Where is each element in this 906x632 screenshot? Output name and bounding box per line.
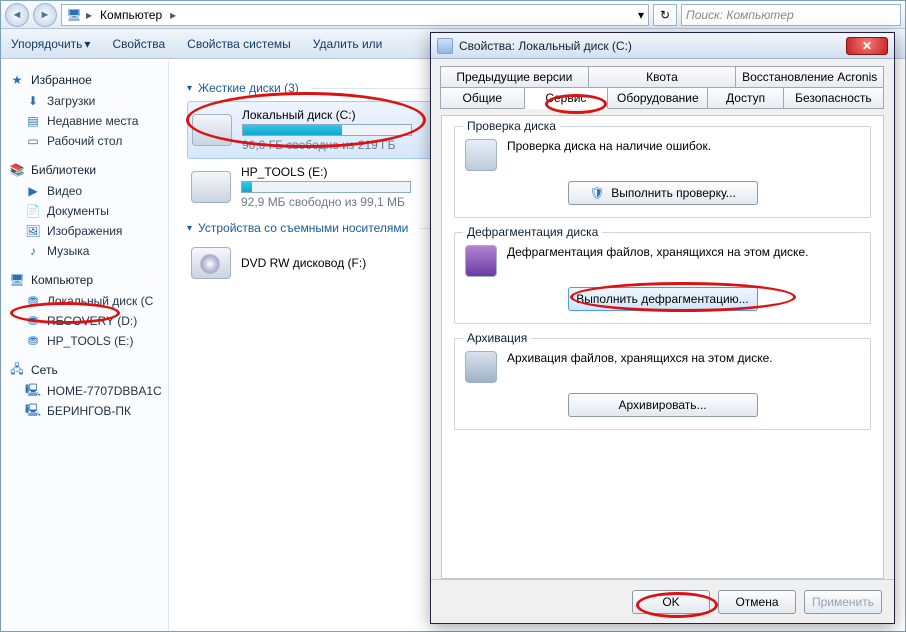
breadcrumb-arrow-icon: ▸ [86, 8, 92, 22]
nav-net-pc2[interactable]: 🖳БЕРИНГОВ-ПК [1, 401, 168, 421]
drive-icon [191, 171, 231, 203]
nav-drive-e[interactable]: ⛃HP_TOOLS (E:) [1, 331, 168, 351]
archive-text: Архивация файлов, хранящихся на этом дис… [507, 351, 860, 365]
music-icon: ♪ [25, 243, 41, 259]
drive-c-subtext: 90,0 ГБ свободно из 219 ГБ [242, 138, 412, 152]
document-icon: 📄 [25, 203, 41, 219]
pc-icon: 🖳 [25, 383, 41, 399]
nav-forward-button[interactable]: ► [33, 3, 57, 27]
defrag-icon [465, 245, 497, 277]
shield-icon: 🛡 [589, 185, 605, 201]
drive-icon [437, 38, 453, 54]
dialog-title: Свойства: Локальный диск (C:) [459, 39, 632, 53]
downloads-icon: ⬇ [25, 93, 41, 109]
run-check-button[interactable]: 🛡 Выполнить проверку... [568, 181, 758, 205]
drive-dvd-name: DVD RW дисковод (F:) [241, 256, 366, 270]
drive-e-name: HP_TOOLS (E:) [241, 165, 411, 179]
star-icon: ★ [9, 72, 25, 88]
nav-drive-d[interactable]: ⛃RECOVERY (D:) [1, 311, 168, 331]
archive-legend: Архивация [463, 331, 531, 345]
chevron-down-icon: ▾ [84, 37, 90, 51]
nav-computer-head[interactable]: 🖥Компьютер [1, 269, 168, 291]
tab-quota[interactable]: Квота [588, 66, 737, 88]
tab-security[interactable]: Безопасность [783, 87, 884, 109]
dialog-footer: OK Отмена Применить [431, 579, 894, 623]
navigation-pane: ★Избранное ⬇Загрузки ▤Недавние места ▭Ра… [1, 61, 169, 631]
search-placeholder: Поиск: Компьютер [686, 8, 794, 22]
nav-network-head[interactable]: 🖧Сеть [1, 359, 168, 381]
computer-icon: 🖥 [66, 7, 82, 23]
tab-row-top: Предыдущие версии Квота Восстановление A… [431, 59, 894, 88]
close-button[interactable]: ✕ [846, 37, 888, 55]
drive-c-usage-bar [242, 124, 412, 136]
search-input[interactable]: Поиск: Компьютер [681, 4, 901, 26]
nav-recent[interactable]: ▤Недавние места [1, 111, 168, 131]
check-disk-icon [465, 139, 497, 171]
nav-video[interactable]: ▶Видео [1, 181, 168, 201]
tab-row-bottom: Общие Сервис Оборудование Доступ Безопас… [431, 88, 894, 109]
drive-icon: ⛃ [25, 313, 41, 329]
tab-acronis[interactable]: Восстановление Acronis [735, 66, 884, 88]
nav-downloads[interactable]: ⬇Загрузки [1, 91, 168, 111]
properties-dialog: Свойства: Локальный диск (C:) ✕ Предыдущ… [430, 32, 895, 624]
close-icon: ✕ [862, 39, 872, 53]
breadcrumb-computer[interactable]: Компьютер [96, 8, 166, 22]
recent-icon: ▤ [25, 113, 41, 129]
refresh-button[interactable]: ↻ [653, 4, 677, 26]
menu-uninstall[interactable]: Удалить или [313, 37, 383, 51]
nav-net-pc1[interactable]: 🖳HOME-7707DBBA1C [1, 381, 168, 401]
group-defrag: Дефрагментация диска Дефрагментация файл… [454, 232, 871, 324]
check-legend: Проверка диска [463, 119, 560, 133]
check-text: Проверка диска на наличие ошибок. [507, 139, 860, 153]
nav-music[interactable]: ♪Музыка [1, 241, 168, 261]
drive-icon: ⛃ [25, 293, 41, 309]
nav-favorites-head[interactable]: ★Избранное [1, 69, 168, 91]
drive-c-name: Локальный диск (C:) [242, 108, 412, 122]
run-archive-button[interactable]: Архивировать... [568, 393, 758, 417]
nav-desktop[interactable]: ▭Рабочий стол [1, 131, 168, 151]
group-archive: Архивация Архивация файлов, хранящихся н… [454, 338, 871, 430]
run-defrag-button[interactable]: Выполнить дефрагментацию... [568, 287, 758, 311]
archive-icon [465, 351, 497, 383]
drive-e-subtext: 92,9 МБ свободно из 99,1 МБ [241, 195, 411, 209]
computer-icon: 🖥 [9, 272, 25, 288]
tab-general[interactable]: Общие [440, 87, 525, 109]
video-icon: ▶ [25, 183, 41, 199]
address-bar: ◄ ► 🖥 ▸ Компьютер ▸ ▾ ↻ Поиск: Компьютер [1, 1, 905, 29]
collapse-icon: ▾ [187, 83, 192, 94]
breadcrumb-arrow-icon: ▸ [170, 8, 176, 22]
apply-button[interactable]: Применить [804, 590, 882, 614]
menu-system-properties[interactable]: Свойства системы [187, 37, 291, 51]
defrag-legend: Дефрагментация диска [463, 225, 602, 239]
tab-hardware[interactable]: Оборудование [607, 87, 708, 109]
dialog-body: Проверка диска Проверка диска на наличие… [441, 115, 884, 579]
addr-dropdown-icon[interactable]: ▾ [638, 8, 644, 22]
dialog-titlebar[interactable]: Свойства: Локальный диск (C:) ✕ [431, 33, 894, 59]
nav-documents[interactable]: 📄Документы [1, 201, 168, 221]
defrag-text: Дефрагментация файлов, хранящихся на это… [507, 245, 860, 259]
tab-sharing[interactable]: Доступ [707, 87, 783, 109]
nav-back-button[interactable]: ◄ [5, 3, 29, 27]
address-box[interactable]: 🖥 ▸ Компьютер ▸ ▾ [61, 4, 649, 26]
drive-icon: ⛃ [25, 333, 41, 349]
drive-e-usage-bar [241, 181, 411, 193]
cancel-button[interactable]: Отмена [718, 590, 796, 614]
ok-button[interactable]: OK [632, 590, 710, 614]
desktop-icon: ▭ [25, 133, 41, 149]
drive-icon [192, 114, 232, 146]
nav-pictures[interactable]: 🖼Изображения [1, 221, 168, 241]
collapse-icon: ▾ [187, 223, 192, 234]
nav-drive-c[interactable]: ⛃Локальный диск (C [1, 291, 168, 311]
dvd-icon [191, 247, 231, 279]
pc-icon: 🖳 [25, 403, 41, 419]
group-check-disk: Проверка диска Проверка диска на наличие… [454, 126, 871, 218]
network-icon: 🖧 [9, 362, 25, 378]
menu-properties[interactable]: Свойства [112, 37, 165, 51]
tab-previous-versions[interactable]: Предыдущие версии [440, 66, 589, 88]
library-icon: 📚 [9, 162, 25, 178]
nav-libraries-head[interactable]: 📚Библиотеки [1, 159, 168, 181]
picture-icon: 🖼 [25, 223, 41, 239]
menu-organize[interactable]: Упорядочить ▾ [11, 37, 90, 51]
tab-tools[interactable]: Сервис [524, 87, 609, 109]
